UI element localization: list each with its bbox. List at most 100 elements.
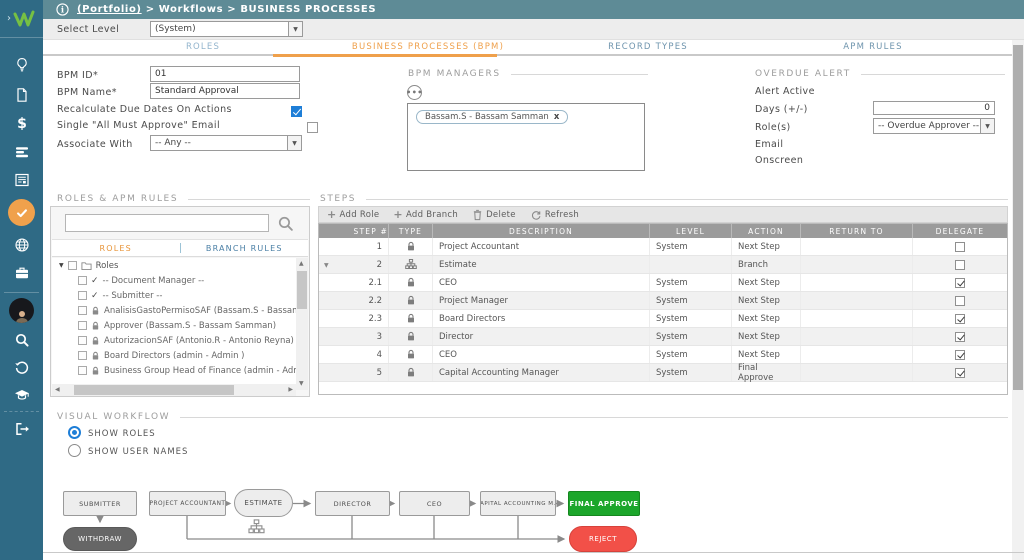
scroll-down-icon[interactable]: ▼ (299, 381, 304, 387)
table-row[interactable]: 2.3 Board Directors System Next Step (319, 310, 1007, 328)
flow-node-estimate[interactable]: ESTIMATE (234, 489, 293, 517)
table-row[interactable]: 1 Project Accountant System Next Step (319, 238, 1007, 256)
table-row[interactable]: 4 CEO System Next Step (319, 346, 1007, 364)
logout-icon[interactable] (13, 420, 30, 437)
overdue-roles-dropdown[interactable]: -- Overdue Approver -- ▼ (873, 118, 995, 134)
show-user-names-radio[interactable] (68, 444, 81, 457)
form-icon[interactable] (13, 171, 30, 188)
globe-icon[interactable] (13, 236, 30, 253)
refresh-button[interactable]: Refresh (530, 209, 579, 221)
table-row[interactable]: 3 Director System Next Step (319, 328, 1007, 346)
show-roles-radio[interactable] (68, 426, 81, 439)
subtab-branch-rules[interactable]: BRANCH RULES (181, 240, 309, 256)
tree-item[interactable]: ✓ Board Directors (admin - Admin ) (52, 348, 297, 363)
search-icon[interactable] (277, 215, 294, 236)
tree-item[interactable]: ✓ AnalisisGastoPermisoSAF (Bassam.S - Ba… (52, 303, 297, 318)
table-row[interactable]: 5 Capital Accounting Manager System Fina… (319, 363, 1007, 383)
scroll-left-icon[interactable]: ◀ (55, 387, 60, 393)
tree-item-checkbox[interactable] (78, 366, 87, 375)
delegate-checkbox[interactable] (955, 295, 965, 306)
tree-item[interactable]: ✓ -- Document Manager -- (52, 273, 297, 288)
flow-node-final-approve[interactable]: FINAL APPROVE (568, 491, 640, 516)
tree-item-checkbox[interactable] (78, 336, 87, 345)
scroll-up-icon[interactable]: ▲ (299, 261, 304, 267)
tree-vertical-scrollbar[interactable]: ▲ ▼ (296, 258, 308, 390)
tree-item-checkbox[interactable] (78, 276, 87, 285)
avatar[interactable] (9, 298, 34, 323)
flow-node-director[interactable]: DIRECTOR (315, 491, 390, 516)
flow-node-withdraw[interactable]: WITHDRAW (63, 527, 137, 551)
scroll-right-icon[interactable]: ▶ (288, 387, 293, 393)
overdue-roles-value: -- Overdue Approver -- (878, 121, 980, 131)
dollar-icon[interactable]: $ (13, 114, 30, 131)
ellipsis-button[interactable]: ••• (406, 85, 422, 100)
col-type: TYPE (389, 224, 433, 238)
breadcrumb: (Portfolio) > Workflows > BUSINESS PROCE… (77, 4, 376, 15)
tree-root[interactable]: ▼ Roles (52, 258, 297, 273)
delegate-checkbox[interactable] (955, 277, 965, 288)
tree-item[interactable]: ✓ Business Group Head of Finance (admin … (52, 363, 297, 378)
delete-button[interactable]: Delete (472, 209, 516, 221)
breadcrumb-portfolio[interactable]: (Portfolio) (77, 4, 142, 15)
delegate-checkbox[interactable] (955, 331, 965, 342)
tree-horizontal-scrollbar[interactable]: ◀ ▶ (52, 384, 296, 396)
recalculate-checkbox[interactable] (291, 106, 302, 117)
single-email-checkbox[interactable] (307, 122, 319, 133)
add-role-button[interactable]: + Add Role (327, 209, 379, 220)
days-input[interactable] (873, 101, 995, 115)
delegate-checkbox[interactable] (955, 349, 965, 360)
list-icon[interactable] (13, 143, 30, 160)
bpm-id-input[interactable] (150, 66, 300, 82)
graduation-cap-icon[interactable] (13, 386, 30, 403)
table-row[interactable]: 2.1 CEO System Next Step (319, 274, 1007, 292)
check-circle-icon[interactable] (8, 199, 35, 226)
tree-item-checkbox[interactable] (78, 306, 87, 315)
step-description: Project Accountant (433, 238, 650, 255)
flow-node-reject[interactable]: REJECT (569, 526, 637, 552)
scrollbar-thumb[interactable] (297, 271, 307, 309)
tree-root-checkbox[interactable] (67, 261, 77, 270)
tree-item[interactable]: ✓ Approver (Bassam.S - Bassam Samman) (52, 318, 297, 333)
tree-item-checkbox[interactable] (78, 291, 87, 300)
subtab-roles[interactable]: ROLES (52, 240, 180, 256)
tree-expand-icon[interactable]: ▼ (59, 262, 64, 269)
breadcrumb-workflows[interactable]: Workflows (159, 4, 223, 15)
tab-business-processes[interactable]: BUSINESS PROCESSES (BPM) (313, 42, 543, 52)
add-branch-button[interactable]: + Add Branch (393, 209, 458, 220)
lock-icon (406, 331, 416, 342)
flow-node-submitter[interactable]: SUBMITTER (63, 491, 137, 516)
flow-node-ceo[interactable]: CEO (399, 491, 470, 516)
associate-with-dropdown[interactable]: -- Any -- ▼ (150, 135, 302, 151)
delegate-checkbox[interactable] (955, 313, 965, 324)
select-level-dropdown[interactable]: (System) ▼ (150, 21, 303, 37)
history-icon[interactable] (13, 359, 30, 376)
search-icon[interactable] (13, 331, 30, 348)
scrollbar-thumb[interactable] (1013, 45, 1023, 390)
tree-item-checkbox[interactable] (78, 351, 87, 360)
row-expand-icon[interactable]: ▼ (324, 262, 329, 269)
tab-roles[interactable]: ROLES (103, 42, 303, 52)
flow-node-project-accountant[interactable]: PROJECT ACCOUNTANT (149, 491, 226, 516)
tree-item[interactable]: ✓ -- Submitter -- (52, 288, 297, 303)
delegate-checkbox[interactable] (955, 241, 965, 252)
bpm-name-input[interactable] (150, 83, 300, 99)
app-logo[interactable]: › (0, 0, 43, 38)
briefcase-icon[interactable] (13, 264, 30, 281)
delegate-checkbox[interactable] (955, 367, 965, 378)
lightbulb-icon[interactable] (13, 56, 30, 73)
scrollbar-thumb[interactable] (74, 385, 234, 395)
flow-node-capital-accounting[interactable]: CAPITAL ACCOUNTING M... (480, 491, 556, 516)
tab-record-types[interactable]: RECORD TYPES (543, 42, 753, 52)
document-icon[interactable] (13, 86, 30, 103)
table-row[interactable]: ▼ 2 Estimate Branch (319, 256, 1007, 274)
remove-tag-icon[interactable]: x (554, 112, 559, 122)
tree-item-checkbox[interactable] (78, 321, 87, 330)
table-row[interactable]: 2.2 Project Manager System Next Step (319, 292, 1007, 310)
step-return-to (801, 274, 913, 291)
breadcrumb-separator: > (227, 4, 237, 15)
roles-search-input[interactable] (65, 214, 269, 232)
tab-apm-rules[interactable]: APM RULES (768, 42, 978, 52)
tree-item[interactable]: ✓ AutorizacionSAF (Antonio.R - Antonio R… (52, 333, 297, 348)
delegate-checkbox[interactable] (955, 259, 965, 270)
info-icon[interactable]: i (56, 3, 69, 16)
